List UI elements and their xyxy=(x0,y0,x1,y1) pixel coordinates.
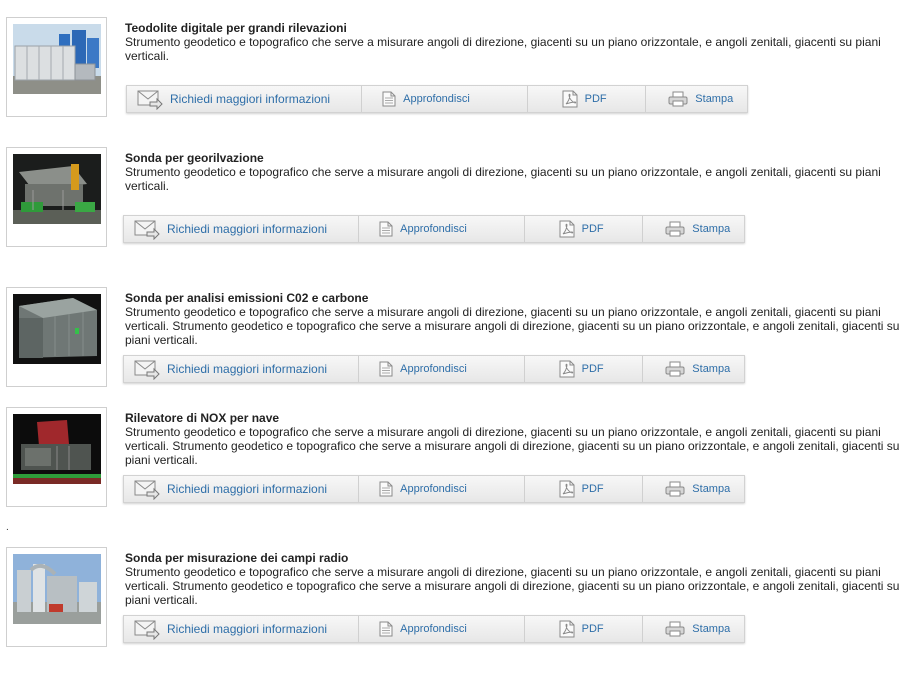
envelope-icon xyxy=(137,88,163,110)
learn-more-button[interactable]: Approfondisci xyxy=(359,476,525,502)
print-label: Stampa xyxy=(692,623,731,635)
printer-icon xyxy=(665,221,685,237)
industrial-plant-photo xyxy=(13,554,101,624)
product-actions: Richiedi maggiori informazioni Approfond… xyxy=(123,215,745,243)
pdf-label: PDF xyxy=(581,483,604,495)
envelope-icon xyxy=(134,358,160,380)
learn-more-label: Approfondisci xyxy=(400,623,467,635)
document-icon xyxy=(379,621,393,637)
pdf-icon xyxy=(559,360,575,378)
pdf-label: PDF xyxy=(581,223,604,235)
request-info-button[interactable]: Richiedi maggiori informazioni xyxy=(124,476,360,502)
document-icon xyxy=(382,91,396,107)
pdf-icon xyxy=(559,480,575,498)
pdf-button[interactable]: PDF xyxy=(525,476,644,502)
print-button[interactable]: Stampa xyxy=(643,616,744,642)
request-info-label: Richiedi maggiori informazioni xyxy=(167,482,328,496)
product-description: Strumento geodetico e topografico che se… xyxy=(125,35,881,63)
printer-icon xyxy=(668,91,688,107)
product-title: Sonda per analisi emissioni C02 e carbon… xyxy=(125,291,369,305)
pdf-icon xyxy=(562,90,578,108)
envelope-icon xyxy=(134,618,160,640)
print-button[interactable]: Stampa xyxy=(643,216,744,242)
envelope-icon xyxy=(134,478,160,500)
learn-more-label: Approfondisci xyxy=(403,93,470,105)
product-image[interactable] xyxy=(6,147,107,247)
product-image[interactable] xyxy=(6,17,107,117)
request-info-button[interactable]: Richiedi maggiori informazioni xyxy=(124,356,360,382)
document-icon xyxy=(379,221,393,237)
ship-engine-photo xyxy=(13,414,101,484)
container-plant-photo xyxy=(13,24,101,94)
request-info-button[interactable]: Richiedi maggiori informazioni xyxy=(124,216,360,242)
learn-more-button[interactable]: Approfondisci xyxy=(359,356,525,382)
learn-more-label: Approfondisci xyxy=(400,483,467,495)
pdf-button[interactable]: PDF xyxy=(525,616,644,642)
print-button[interactable]: Stampa xyxy=(643,476,744,502)
pdf-button[interactable]: PDF xyxy=(525,356,644,382)
product-actions: Richiedi maggiori informazioni Approfond… xyxy=(123,475,745,503)
request-info-label: Richiedi maggiori informazioni xyxy=(167,222,328,236)
request-info-label: Richiedi maggiori informazioni xyxy=(170,92,331,106)
pdf-icon xyxy=(559,620,575,638)
pdf-label: PDF xyxy=(584,93,607,105)
stray-dot: . xyxy=(6,522,9,533)
print-label: Stampa xyxy=(692,223,731,235)
request-info-button[interactable]: Richiedi maggiori informazioni xyxy=(124,616,360,642)
product-actions: Richiedi maggiori informazioni Approfond… xyxy=(123,615,745,643)
product-title: Sonda per georilvazione xyxy=(125,151,264,165)
request-info-button[interactable]: Richiedi maggiori informazioni xyxy=(127,86,363,112)
learn-more-label: Approfondisci xyxy=(400,223,467,235)
product-description: Strumento geodetico e topografico che se… xyxy=(125,305,900,347)
print-label: Stampa xyxy=(692,363,731,375)
cabinet-unit-photo xyxy=(13,294,101,364)
document-icon xyxy=(379,481,393,497)
print-button[interactable]: Stampa xyxy=(643,356,744,382)
product-image[interactable] xyxy=(6,547,107,647)
pdf-label: PDF xyxy=(581,363,604,375)
pdf-button[interactable]: PDF xyxy=(528,86,647,112)
learn-more-label: Approfondisci xyxy=(400,363,467,375)
product-actions: Richiedi maggiori informazioni Approfond… xyxy=(123,355,745,383)
learn-more-button[interactable]: Approfondisci xyxy=(362,86,528,112)
print-button[interactable]: Stampa xyxy=(646,86,747,112)
product-description: Strumento geodetico e topografico che se… xyxy=(125,565,900,607)
learn-more-button[interactable]: Approfondisci xyxy=(359,216,525,242)
print-label: Stampa xyxy=(695,93,734,105)
request-info-label: Richiedi maggiori informazioni xyxy=(167,362,328,376)
product-description: Strumento geodetico e topografico che se… xyxy=(125,425,900,467)
product-title: Sonda per misurazione dei campi radio xyxy=(125,551,349,565)
printer-icon xyxy=(665,621,685,637)
document-icon xyxy=(379,361,393,377)
request-info-label: Richiedi maggiori informazioni xyxy=(167,622,328,636)
pdf-icon xyxy=(559,220,575,238)
printer-icon xyxy=(665,481,685,497)
envelope-icon xyxy=(134,218,160,240)
product-title: Teodolite digitale per grandi rilevazion… xyxy=(125,21,347,35)
product-actions: Richiedi maggiori informazioni Approfond… xyxy=(126,85,748,113)
printer-icon xyxy=(665,361,685,377)
machinery-photo xyxy=(13,154,101,224)
product-title: Rilevatore di NOX per nave xyxy=(125,411,280,425)
learn-more-button[interactable]: Approfondisci xyxy=(359,616,525,642)
print-label: Stampa xyxy=(692,483,731,495)
product-description: Strumento geodetico e topografico che se… xyxy=(125,165,881,193)
product-image[interactable] xyxy=(6,287,107,387)
pdf-button[interactable]: PDF xyxy=(525,216,644,242)
pdf-label: PDF xyxy=(581,623,604,635)
product-image[interactable] xyxy=(6,407,107,507)
